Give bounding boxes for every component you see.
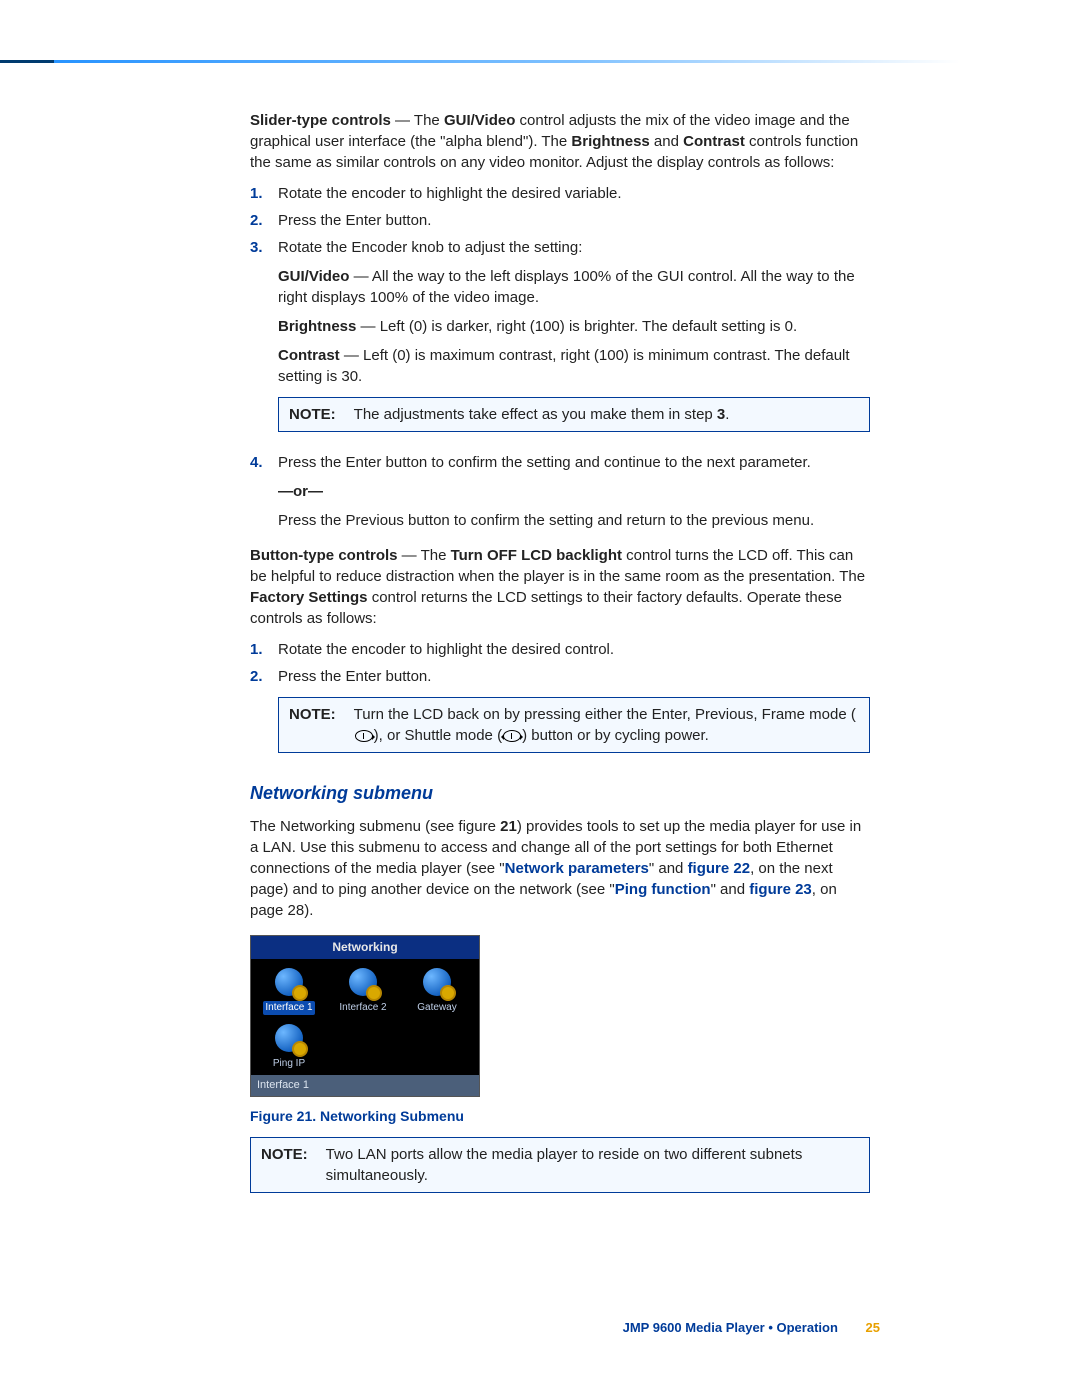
page-number: 25 — [866, 1320, 880, 1335]
frame-mode-icon — [355, 730, 373, 742]
interface-2-icon: Interface 2 — [329, 965, 397, 1015]
icon-label: Gateway — [415, 1001, 458, 1015]
list-item: 1. Rotate the encoder to highlight the d… — [250, 639, 870, 660]
contrast-desc: Contrast — Left (0) is maximum contrast,… — [278, 345, 870, 387]
list-item: 1. Rotate the encoder to highlight the d… — [250, 183, 870, 204]
note-box: NOTE: Two LAN ports allow the media play… — [250, 1137, 870, 1193]
step-body: Rotate the Encoder knob to adjust the se… — [278, 237, 870, 446]
step-number: 4. — [250, 452, 278, 535]
gui-video-term: GUI/Video — [444, 112, 515, 129]
note-box: NOTE: The adjustments take effect as you… — [278, 397, 870, 432]
figure-22-link[interactable]: figure 22 — [688, 860, 751, 877]
brightness-term: Brightness — [571, 133, 649, 150]
globe-gear-icon — [420, 965, 454, 999]
step-text: Press the Enter button to confirm the se… — [278, 454, 811, 471]
step-number: 2. — [250, 210, 278, 231]
globe-gear-icon — [272, 1021, 306, 1055]
submenu-title: Networking — [251, 936, 479, 959]
figure-23-link[interactable]: figure 23 — [749, 881, 812, 898]
network-parameters-link[interactable]: Network parameters — [505, 860, 649, 877]
or-separator: —or— — [278, 481, 870, 502]
figure-caption: Figure 21. Networking Submenu — [250, 1107, 870, 1127]
header-rule — [0, 60, 960, 63]
icon-label: Interface 2 — [337, 1001, 388, 1015]
step-number: 3. — [250, 237, 278, 446]
fig21-ref: 21 — [500, 818, 517, 835]
list-item: 2. Press the Enter button. — [250, 210, 870, 231]
figure-21: Networking Interface 1 Interface 2 Gatew… — [250, 935, 870, 1127]
note-label: NOTE: — [261, 1144, 308, 1186]
button-steps-list: 1. Rotate the encoder to highlight the d… — [250, 639, 870, 687]
header-accent — [0, 60, 54, 63]
page-content: Slider-type controls — The GUI/Video con… — [250, 110, 870, 1207]
step-text: Rotate the encoder to highlight the desi… — [278, 639, 870, 660]
note-label: NOTE: — [289, 704, 336, 746]
slider-lead: Slider-type controls — [250, 112, 391, 129]
factory-term: Factory Settings — [250, 589, 368, 606]
note-text: Turn the LCD back on by pressing either … — [354, 704, 859, 746]
footer-text: JMP 9600 Media Player • Operation — [623, 1320, 838, 1335]
note-box: NOTE: Turn the LCD back on by pressing e… — [278, 697, 870, 753]
icon-label: Interface 1 — [263, 1001, 314, 1015]
step-text: Press the Enter button. — [278, 210, 870, 231]
button-lead: Button-type controls — [250, 547, 398, 564]
brightness-desc: Brightness — Left (0) is darker, right (… — [278, 316, 870, 337]
globe-gear-icon — [346, 965, 380, 999]
step-number: 1. — [250, 183, 278, 204]
icon-label: Ping IP — [271, 1057, 307, 1071]
t: and — [650, 133, 683, 150]
list-item: 3. Rotate the Encoder knob to adjust the… — [250, 237, 870, 446]
turnoff-term: Turn OFF LCD backlight — [451, 547, 622, 564]
step-text: Rotate the encoder to highlight the desi… — [278, 183, 870, 204]
shuttle-mode-icon — [503, 730, 521, 742]
ping-function-link[interactable]: Ping function — [615, 881, 711, 898]
list-item: 2. Press the Enter button. — [250, 666, 870, 687]
gateway-icon: Gateway — [403, 965, 471, 1015]
gui-video-desc: GUI/Video — All the way to the left disp… — [278, 266, 870, 308]
interface-1-icon: Interface 1 — [255, 965, 323, 1015]
step-text-alt: Press the Previous button to confirm the… — [278, 510, 870, 531]
globe-gear-icon — [272, 965, 306, 999]
networking-submenu-heading: Networking submenu — [250, 781, 870, 806]
note-label: NOTE: — [289, 404, 336, 425]
submenu-icon-grid: Interface 1 Interface 2 Gateway Ping IP — [251, 959, 479, 1075]
step-text: Press the Enter button. — [278, 666, 870, 687]
t: — The — [391, 112, 444, 129]
button-controls-paragraph: Button-type controls — The Turn OFF LCD … — [250, 545, 870, 629]
submenu-status-bar: Interface 1 — [251, 1075, 479, 1096]
slider-controls-paragraph: Slider-type controls — The GUI/Video con… — [250, 110, 870, 173]
step-body: Press the Enter button to confirm the se… — [278, 452, 870, 535]
step-text: Rotate the Encoder knob to adjust the se… — [278, 239, 582, 256]
ping-ip-icon: Ping IP — [255, 1021, 323, 1071]
step-number: 1. — [250, 639, 278, 660]
networking-paragraph: The Networking submenu (see figure 21) p… — [250, 816, 870, 921]
networking-submenu-screenshot: Networking Interface 1 Interface 2 Gatew… — [250, 935, 480, 1097]
list-item: 4. Press the Enter button to confirm the… — [250, 452, 870, 535]
note-text: Two LAN ports allow the media player to … — [326, 1144, 859, 1186]
step-number: 2. — [250, 666, 278, 687]
slider-steps-list: 1. Rotate the encoder to highlight the d… — [250, 183, 870, 535]
contrast-term: Contrast — [683, 133, 745, 150]
page-footer: JMP 9600 Media Player • Operation 25 — [623, 1319, 880, 1337]
note-text: The adjustments take effect as you make … — [354, 404, 859, 425]
